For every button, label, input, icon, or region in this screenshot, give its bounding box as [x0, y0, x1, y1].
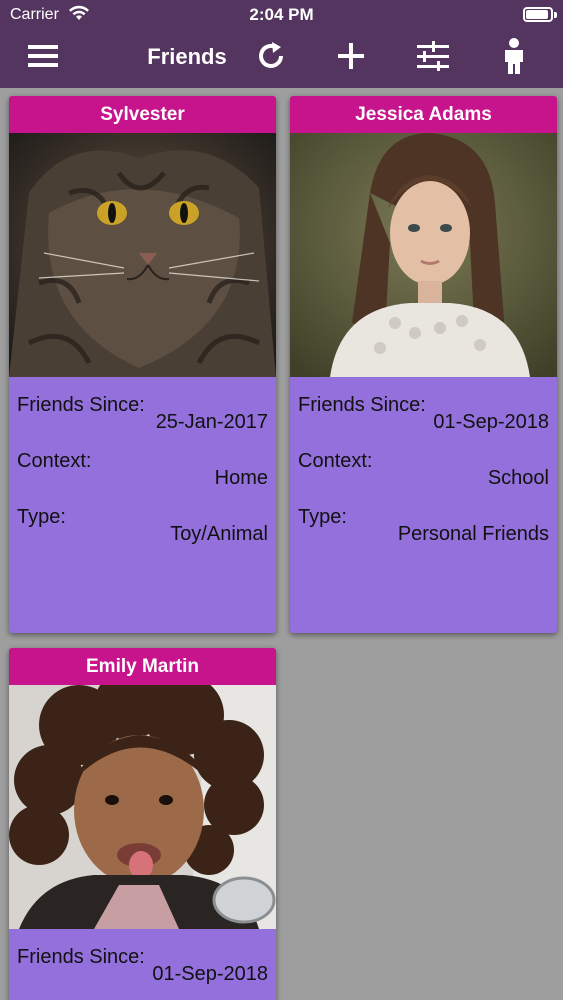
refresh-button[interactable] [249, 36, 293, 80]
friend-photo [9, 133, 276, 377]
friend-details: Friends Since: 25-Jan-2017 Context: Home… [9, 377, 276, 555]
friend-name: Emily Martin [9, 648, 276, 685]
friend-name: Sylvester [9, 96, 276, 133]
add-icon [338, 42, 364, 74]
filter-sliders-icon [417, 40, 449, 76]
battery-tip [554, 12, 557, 18]
friend-card-jessica-adams[interactable]: Jessica Adams Friends Since: 01-Sep-2018… [290, 96, 557, 633]
menu-icon [28, 44, 58, 72]
status-bar: Carrier 2:04 PM [0, 0, 563, 30]
friend-details: Friends Since: 01-Sep-2018 [9, 929, 276, 995]
menu-button[interactable] [21, 36, 65, 80]
battery-icon [523, 7, 553, 22]
friend-details: Friends Since: 01-Sep-2018 Context: Scho… [290, 377, 557, 555]
friend-name: Jessica Adams [290, 96, 557, 133]
status-time: 2:04 PM [249, 5, 314, 24]
add-button[interactable] [329, 36, 373, 80]
refresh-icon [254, 39, 288, 78]
filter-button[interactable] [411, 36, 455, 80]
friend-card-emily-martin[interactable]: Emily Martin Friends Since: 01-Sep-2018 [9, 648, 276, 1000]
app-header: Carrier 2:04 PM Friends [0, 0, 563, 88]
friend-card-sylvester[interactable]: Sylvester Friends Since: 25-Jan-2017 Con… [9, 96, 276, 633]
person-icon [502, 37, 526, 79]
friends-grid: Sylvester Friends Since: 25-Jan-2017 Con… [0, 88, 563, 1000]
page-title: Friends [147, 44, 227, 69]
profile-button[interactable] [492, 36, 536, 80]
navigation-bar: Friends [0, 30, 563, 88]
friend-photo [9, 685, 276, 929]
friend-photo [290, 133, 557, 377]
